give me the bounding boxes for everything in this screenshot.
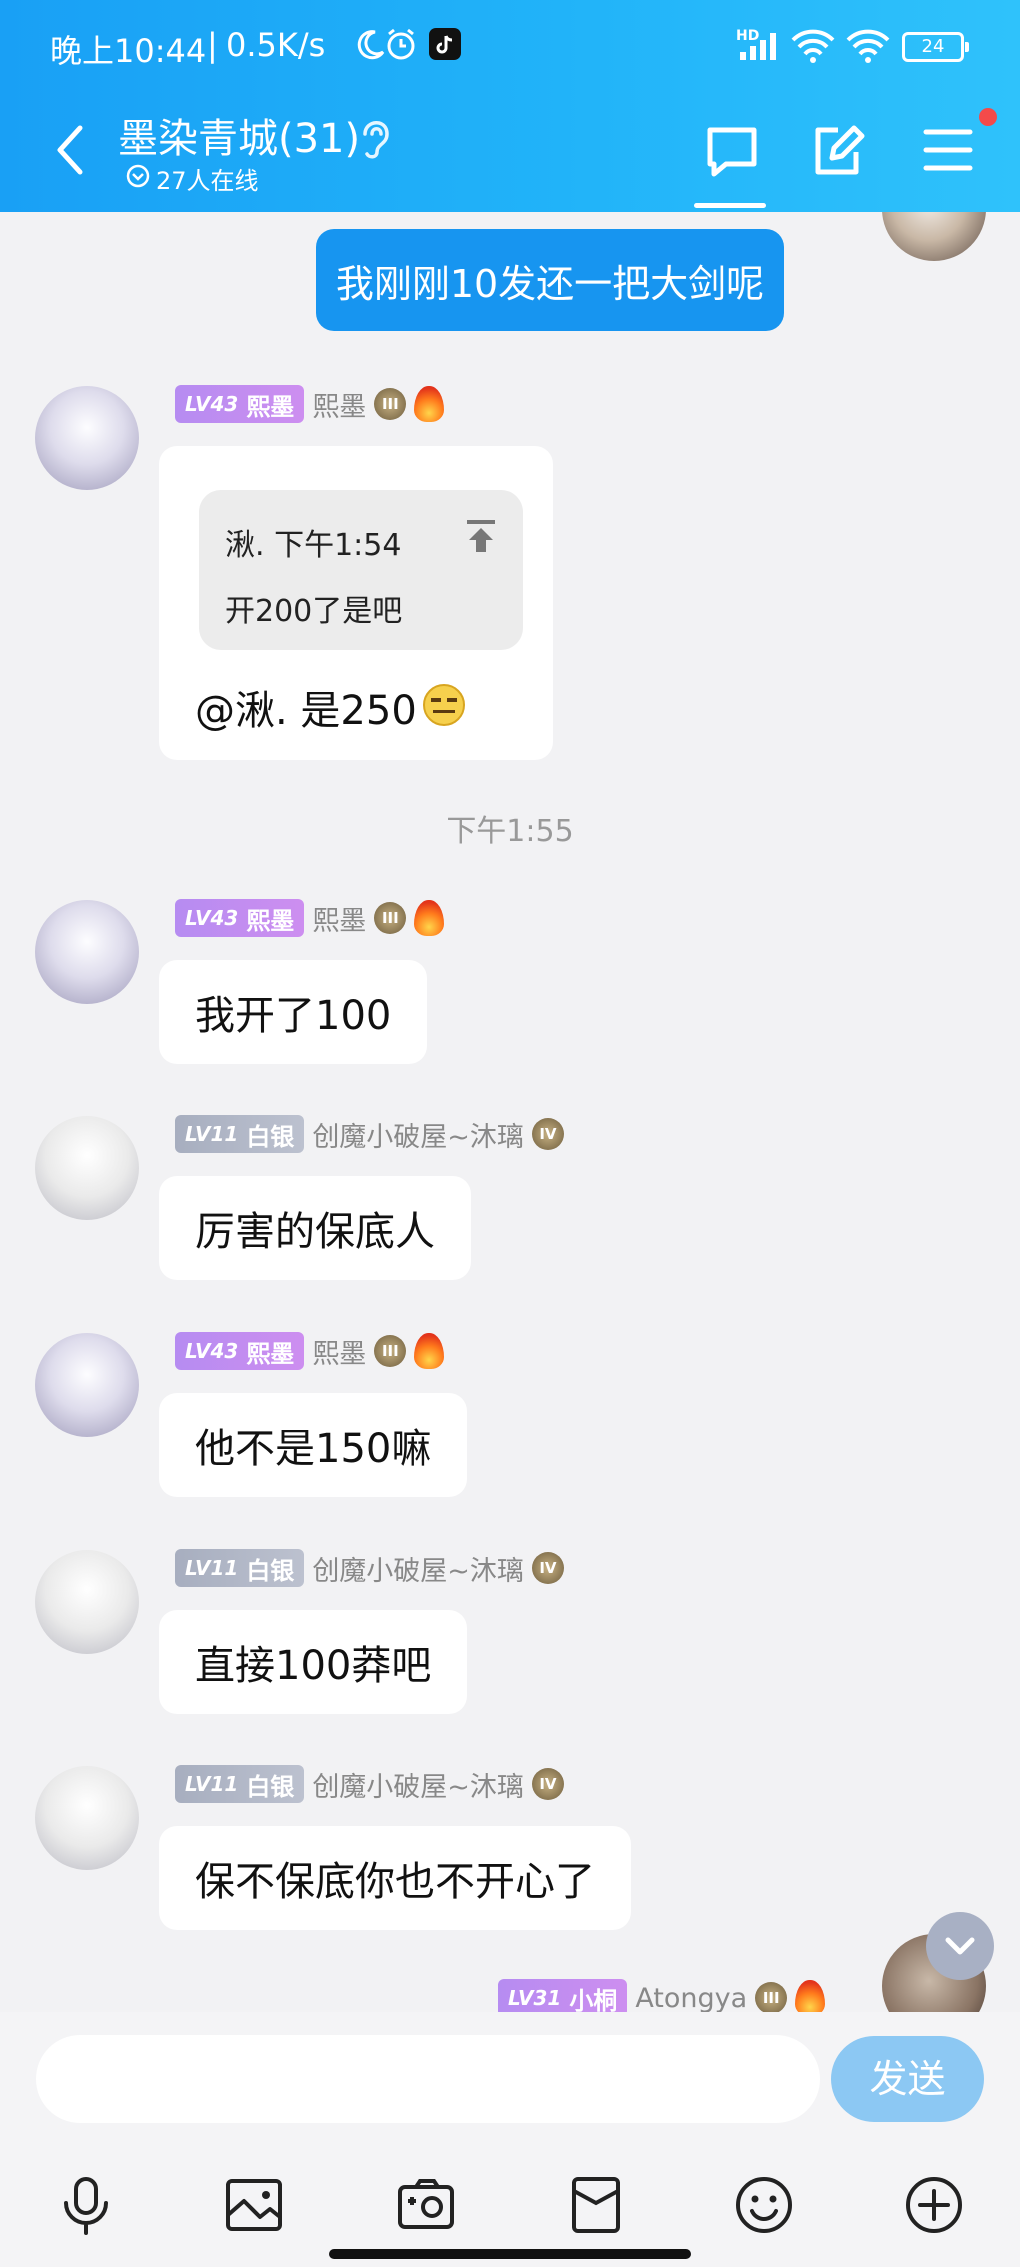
send-button[interactable]: 发送 [831,2036,984,2122]
message-bubble[interactable]: 厉害的保底人 [159,1176,471,1280]
wifi-icon [791,29,835,63]
camera-icon[interactable] [394,2173,458,2237]
message-bubble[interactable]: 直接100莽吧 [159,1610,468,1714]
sender-name[interactable]: 创魔小破屋~沐璃 [312,1115,524,1154]
battery-level: 24 [921,36,945,57]
group-title[interactable]: 墨染青城(31) [118,106,360,164]
ear-icon[interactable] [355,112,395,160]
tiktok-icon [429,28,461,60]
sender-info: LV43 熙墨 熙墨 III [175,384,445,424]
input-toolbar [0,2137,1020,2267]
sender-name[interactable]: 熙墨 [312,899,366,938]
avatar[interactable] [35,1333,139,1437]
back-arrow-icon[interactable] [50,122,90,178]
flame-icon [414,386,445,422]
level-badge: LV43 熙墨 [175,899,305,937]
level-badge: LV11 白银 [175,1765,305,1803]
input-bar: 发送 [0,2012,1020,2137]
emoji-icon[interactable] [732,2173,796,2237]
level-badge: LV31 小桐 [498,1979,628,2012]
rank-crest-icon: IV [531,1118,564,1150]
time-divider: 下午1:55 [446,814,574,849]
alarm-icon [387,28,415,60]
sender-name[interactable]: Atongya [635,1983,747,2013]
status-time: 晚上10:44 [50,32,207,70]
chevron-down-icon [945,1937,975,1955]
chat-header: 晚上10:44 | 0.5K/s HD 24 墨染青城(31) 27人在线 [0,0,1020,212]
level-badge: LV43 熙墨 [175,385,305,423]
flame-icon [414,900,445,936]
rank-crest-icon: III [374,902,407,934]
rank-crest-icon: IV [531,1552,564,1584]
moon-icon [357,30,385,60]
scroll-to-bottom-button[interactable] [926,1912,994,1980]
level-badge: LV43 熙墨 [175,1332,305,1370]
wifi-icon-2 [846,29,890,63]
sender-info: LV11 白银 创魔小破屋~沐璃 IV [175,1548,564,1588]
sender-name[interactable]: 熙墨 [312,385,366,424]
avatar[interactable] [882,212,986,261]
sender-name[interactable]: 创魔小破屋~沐璃 [312,1549,524,1588]
menu-icon[interactable] [922,124,974,176]
sender-info: LV11 白银 创魔小破屋~沐璃 IV [175,1114,564,1154]
edit-icon[interactable] [810,122,866,180]
rank-crest-icon: IV [531,1768,564,1800]
message-bubble[interactable]: 保不保底你也不开心了 [159,1826,631,1930]
avatar[interactable] [35,1116,139,1220]
avatar[interactable] [35,1550,139,1654]
jump-to-message-icon[interactable] [461,516,501,556]
online-status-icon [126,164,150,188]
avatar[interactable] [35,386,139,490]
message-bubble[interactable]: 他不是150嘛 [159,1393,468,1497]
message-bubble[interactable]: 我开了100 [159,960,428,1064]
message-bubble-own[interactable]: 我刚刚10发还一把大剑呢 [316,229,784,331]
sender-info: LV31 小桐 Atongya III [498,1978,826,2013]
sender-name[interactable]: 创魔小破屋~沐璃 [312,1765,524,1804]
avatar[interactable] [35,1766,139,1870]
sender-name[interactable]: 熙墨 [312,1332,366,1371]
level-badge: LV11 白银 [175,1549,305,1587]
message-text: @湫. 是250 [195,688,417,734]
quote-text: 开200了是吧 [225,594,403,629]
microphone-icon[interactable] [54,2173,118,2237]
message-list[interactable]: 我刚刚10发还一把大剑呢 LV43 熙墨 熙墨 III 湫. 下午1:54 开20… [0,212,1020,2012]
message-input[interactable] [36,2035,820,2123]
flame-icon [795,1980,826,2012]
chat-tab-icon[interactable] [704,124,760,180]
status-network-speed: 0.5K/s [226,26,326,64]
battery-icon: 24 [902,32,969,62]
plus-icon[interactable] [902,2173,966,2237]
rank-crest-icon: III [374,388,407,420]
rank-crest-icon: III [374,1335,407,1367]
rank-crest-icon: III [755,1982,788,2012]
avatar[interactable] [35,900,139,1004]
sender-info: LV11 白银 创魔小破屋~沐璃 IV [175,1764,564,1804]
reply-message-bubble[interactable]: 湫. 下午1:54 开200了是吧 @湫. 是250 [159,446,553,760]
red-packet-icon[interactable] [564,2173,628,2237]
sender-info: LV43 熙墨 熙墨 III [175,898,445,938]
level-badge: LV11 白银 [175,1115,305,1153]
smirk-emoji-icon [423,684,465,726]
quote-author: 湫. 下午1:54 [225,528,402,563]
image-icon[interactable] [222,2173,286,2237]
online-count: 27人在线 [156,167,259,195]
status-divider: | [207,26,218,64]
sender-info: LV43 熙墨 熙墨 III [175,1331,445,1371]
flame-icon [414,1333,445,1369]
quoted-message[interactable]: 湫. 下午1:54 开200了是吧 [199,490,523,650]
active-tab-indicator [694,203,766,208]
signal-icon [740,33,776,60]
notification-dot [979,108,997,126]
home-indicator[interactable] [329,2249,691,2259]
